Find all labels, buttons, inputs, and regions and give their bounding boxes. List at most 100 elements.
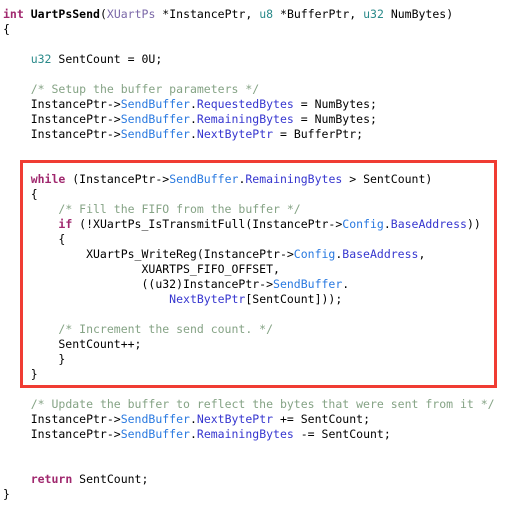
code-token-plain: { [3,187,38,201]
code-line[interactable]: { [0,232,513,247]
code-line[interactable] [0,37,513,52]
code-token-plain: > SentCount) [342,172,433,186]
code-token-plain: (InstancePtr-> [65,172,170,186]
code-line[interactable] [0,382,513,397]
code-token-plain: { [3,232,66,246]
code-token-comment: /* Setup the buffer parameters */ [30,82,260,96]
code-token-plain: = NumBytes; [293,112,377,126]
code-token-member2: BaseAddress [342,247,419,261]
code-token-member2: NextBytePtr [196,412,274,426]
code-token-plain: } [3,352,66,366]
code-token-member2: NextBytePtr [169,292,246,306]
code-token-comment: /* Increment the send count. */ [58,322,274,336]
code-token-kw: while [30,172,66,186]
code-token-plain: -= SentCount; [293,427,391,441]
code-line[interactable] [0,307,513,322]
code-line[interactable]: { [0,187,513,202]
code-line[interactable]: } [0,367,513,382]
code-token-plain: } [3,367,38,381]
code-line[interactable]: if (!XUartPs_IsTransmitFull(InstancePtr-… [0,217,513,232]
code-token-member: SendBuffer [120,412,190,426]
code-token-type: u32 [30,52,52,66]
code-token-plain: = BufferPtr; [273,127,364,141]
code-line[interactable]: } [0,487,513,502]
code-token-plain: . [383,217,391,231]
code-token-kw: if [58,217,73,231]
code-token-plain: InstancePtr-> [3,427,121,441]
code-line[interactable]: } [0,352,513,367]
code-line[interactable]: /* Fill the FIFO from the buffer */ [0,202,513,217]
code-line[interactable] [0,67,513,82]
code-token-plain: SentCount++; [3,337,142,351]
code-line[interactable]: SentCount++; [0,337,513,352]
code-token-kw: return [30,472,73,486]
code-token-plain: XUARTPS_FIFO_OFFSET, [3,262,280,276]
code-token-plain: SentCount; [72,472,149,486]
code-line[interactable]: InstancePtr->SendBuffer.RequestedBytes =… [0,97,513,112]
code-token-type: u32 [363,7,384,21]
code-token-plain: } [3,487,10,501]
code-token-plain: . [189,412,197,426]
code-line[interactable]: InstancePtr->SendBuffer.RemainingBytes -… [0,427,513,442]
code-token-kw: int [3,7,24,21]
code-token-plain: . [189,127,197,141]
code-token-member: Config [293,247,336,261]
code-viewer[interactable]: int UartPsSend(XUartPs *InstancePtr, u8 … [0,0,513,513]
code-line[interactable]: { [0,22,513,37]
code-line[interactable]: return SentCount; [0,472,513,487]
code-token-plain: NumBytes) [383,7,454,21]
code-token-plain: XUartPs_WriteReg(InstancePtr-> [3,247,294,261]
code-token-member: SendBuffer [120,127,190,141]
code-token-plain: InstancePtr-> [3,412,121,426]
code-line-list: int UartPsSend(XUartPs *InstancePtr, u8 … [0,7,513,502]
code-line[interactable]: InstancePtr->SendBuffer.NextBytePtr = Bu… [0,127,513,142]
code-token-plain: . [189,427,197,441]
code-token-member2: RequestedBytes [196,97,294,111]
code-line[interactable]: ((u32)InstancePtr->SendBuffer. [0,277,513,292]
code-line[interactable]: while (InstancePtr->SendBuffer.Remaining… [0,172,513,187]
code-token-plain: *BufferPtr, [273,7,364,21]
code-token-plain: InstancePtr-> [3,97,121,111]
code-token-member2: RemainingBytes [196,112,294,126]
code-token-member: SendBuffer [120,427,190,441]
code-token-member2: BaseAddress [390,217,467,231]
code-line[interactable] [0,142,513,157]
code-line[interactable]: XUARTPS_FIFO_OFFSET, [0,262,513,277]
code-token-plain: . [189,97,197,111]
code-line[interactable]: /* Update the buffer to reflect the byte… [0,397,513,412]
code-line[interactable]: InstancePtr->SendBuffer.RemainingBytes =… [0,112,513,127]
code-token-member: SendBuffer [273,277,343,291]
code-token-plain: InstancePtr-> [3,112,121,126]
code-token-plain: ( [99,7,107,21]
code-token-member2: RemainingBytes [196,427,294,441]
code-line[interactable]: InstancePtr->SendBuffer.NextBytePtr += S… [0,412,513,427]
code-line[interactable] [0,157,513,172]
code-token-plain: , [418,247,426,261]
code-token-fn: UartPsSend [30,7,100,21]
code-token-struct: XUartPs [106,7,156,21]
code-line[interactable]: u32 SentCount = 0U; [0,52,513,67]
code-line[interactable] [0,442,513,457]
code-line[interactable]: /* Setup the buffer parameters */ [0,82,513,97]
code-token-member: SendBuffer [169,172,239,186]
code-token-plain: InstancePtr-> [3,127,121,141]
code-token-plain: . [189,112,197,126]
code-line[interactable]: int UartPsSend(XUartPs *InstancePtr, u8 … [0,7,513,22]
code-token-member: SendBuffer [120,97,190,111]
code-line[interactable]: NextBytePtr[SentCount])); [0,292,513,307]
code-token-plain: ((u32)InstancePtr-> [3,277,274,291]
code-token-plain: )) [466,217,481,231]
code-token-plain: = NumBytes; [293,97,377,111]
code-token-plain: { [3,22,10,36]
code-token-type: u8 [259,7,274,21]
code-line[interactable] [0,457,513,472]
code-line[interactable]: /* Increment the send count. */ [0,322,513,337]
code-token-comment: /* Update the buffer to reflect the byte… [30,397,495,411]
code-line[interactable]: XUartPs_WriteReg(InstancePtr->Config.Bas… [0,247,513,262]
